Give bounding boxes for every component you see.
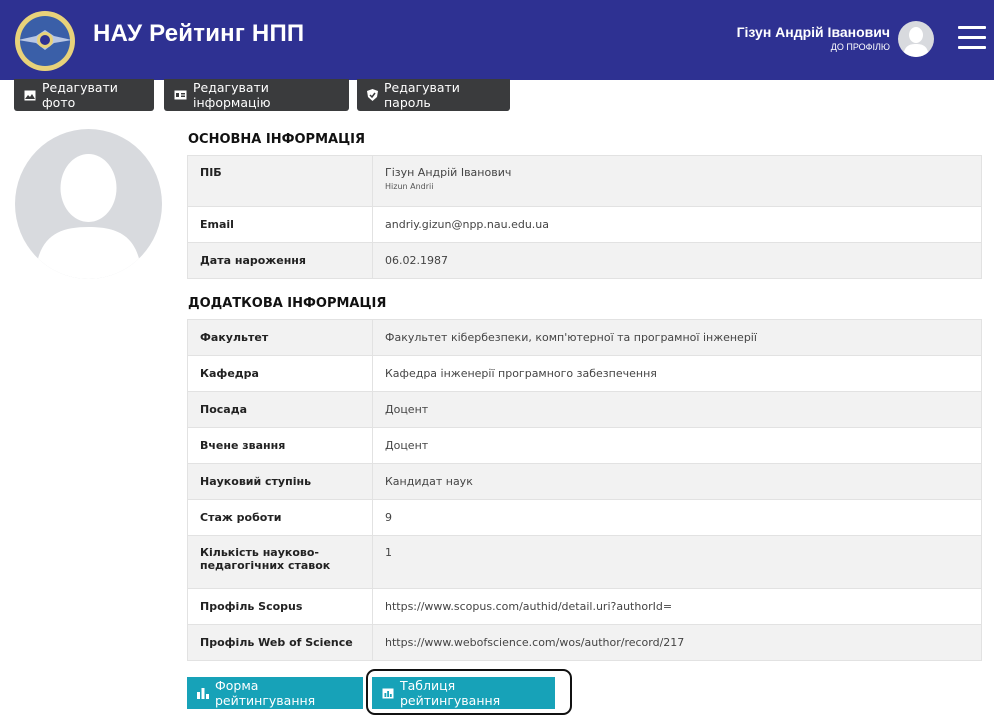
row-label: Факультет xyxy=(187,319,373,356)
table-row: Науковий ступінь Кандидат наук xyxy=(187,463,982,500)
table-row: Кількість науково-педагогічних ставок 1 xyxy=(187,535,982,589)
row-label: Кафедра xyxy=(187,355,373,392)
row-label: Науковий ступінь xyxy=(187,463,373,500)
scopus-link[interactable]: https://www.scopus.com/authid/detail.uri… xyxy=(372,588,982,625)
user-name[interactable]: Гізун Андрій Іванович xyxy=(737,24,890,40)
row-label: Профіль Scopus xyxy=(187,588,373,625)
table-row: Email andriy.gizun@npp.nau.edu.ua xyxy=(187,206,982,243)
table-row: Профіль Scopus https://www.scopus.com/au… xyxy=(187,588,982,625)
faculty-value: Факультет кібербезпеки, комп'ютерної та … xyxy=(372,319,982,356)
extra-info-title: ДОДАТКОВА ІНФОРМАЦІЯ xyxy=(188,296,387,311)
table-row: Кафедра Кафедра інженерії програмного за… xyxy=(187,355,982,392)
position-value: Доцент xyxy=(372,391,982,428)
bar-chart-icon xyxy=(197,687,209,699)
table-row: Факультет Факультет кібербезпеки, комп'ю… xyxy=(187,319,982,356)
menu-icon[interactable] xyxy=(958,26,986,50)
basic-info-table: ПІБ Гізун Андрій Іванович Hizun Andrii E… xyxy=(187,155,982,279)
top-header: НАУ Рейтинг НПП Гізун Андрій Іванович ДО… xyxy=(0,0,994,80)
rates-value: 1 xyxy=(372,535,982,589)
row-label: Кількість науково-педагогічних ставок xyxy=(187,535,373,589)
table-row: Стаж роботи 9 xyxy=(187,499,982,536)
highlight-outline xyxy=(366,669,572,715)
row-label: Стаж роботи xyxy=(187,499,373,536)
experience-value: 9 xyxy=(372,499,982,536)
degree-value: Кандидат наук xyxy=(372,463,982,500)
birthdate-value: 06.02.1987 xyxy=(372,242,982,279)
row-label: Дата нароження xyxy=(187,242,373,279)
academic-title-value: Доцент xyxy=(372,427,982,464)
edit-photo-button[interactable]: Редагувати фото xyxy=(14,79,154,111)
table-row: Профіль Web of Science https://www.webof… xyxy=(187,624,982,661)
app-title[interactable]: НАУ Рейтинг НПП xyxy=(93,20,304,48)
edit-photo-label: Редагувати фото xyxy=(42,80,118,110)
rating-form-label: Форма рейтингування xyxy=(215,678,316,708)
shield-icon xyxy=(367,89,378,101)
email-value[interactable]: andriy.gizun@npp.nau.edu.ua xyxy=(372,206,982,243)
table-row: ПІБ Гізун Андрій Іванович Hizun Andrii xyxy=(187,155,982,207)
edit-password-button[interactable]: Редагувати пароль xyxy=(357,79,510,111)
edit-info-button[interactable]: Редагувати інформацію xyxy=(164,79,349,111)
user-avatar-icon[interactable] xyxy=(898,21,934,57)
id-card-icon xyxy=(174,90,187,100)
table-row: Дата нароження 06.02.1987 xyxy=(187,242,982,279)
row-label: ПІБ xyxy=(187,155,373,207)
row-label: Email xyxy=(187,206,373,243)
profile-link[interactable]: ДО ПРОФІЛЮ xyxy=(831,42,890,52)
wos-link[interactable]: https://www.webofscience.com/wos/author/… xyxy=(372,624,982,661)
basic-info-title: ОСНОВНА ІНФОРМАЦІЯ xyxy=(188,132,365,147)
row-label: Вчене звання xyxy=(187,427,373,464)
rating-form-button[interactable]: Форма рейтингування xyxy=(187,677,363,709)
extra-info-table: Факультет Факультет кібербезпеки, комп'ю… xyxy=(187,319,982,661)
edit-info-label: Редагувати інформацію xyxy=(193,80,271,110)
image-icon xyxy=(24,90,36,101)
row-label: Посада xyxy=(187,391,373,428)
table-row: Посада Доцент xyxy=(187,391,982,428)
department-value: Кафедра інженерії програмного забезпечен… xyxy=(372,355,982,392)
row-value: Гізун Андрій Іванович Hizun Andrii xyxy=(372,155,982,207)
profile-photo-icon xyxy=(15,129,162,279)
row-label: Профіль Web of Science xyxy=(187,624,373,661)
university-logo-icon[interactable] xyxy=(14,10,76,72)
full-name-value: Гізун Андрій Іванович xyxy=(385,166,512,179)
table-row: Вчене звання Доцент xyxy=(187,427,982,464)
edit-password-label: Редагувати пароль xyxy=(384,80,460,110)
full-name-latin: Hizun Andrii xyxy=(385,182,434,191)
